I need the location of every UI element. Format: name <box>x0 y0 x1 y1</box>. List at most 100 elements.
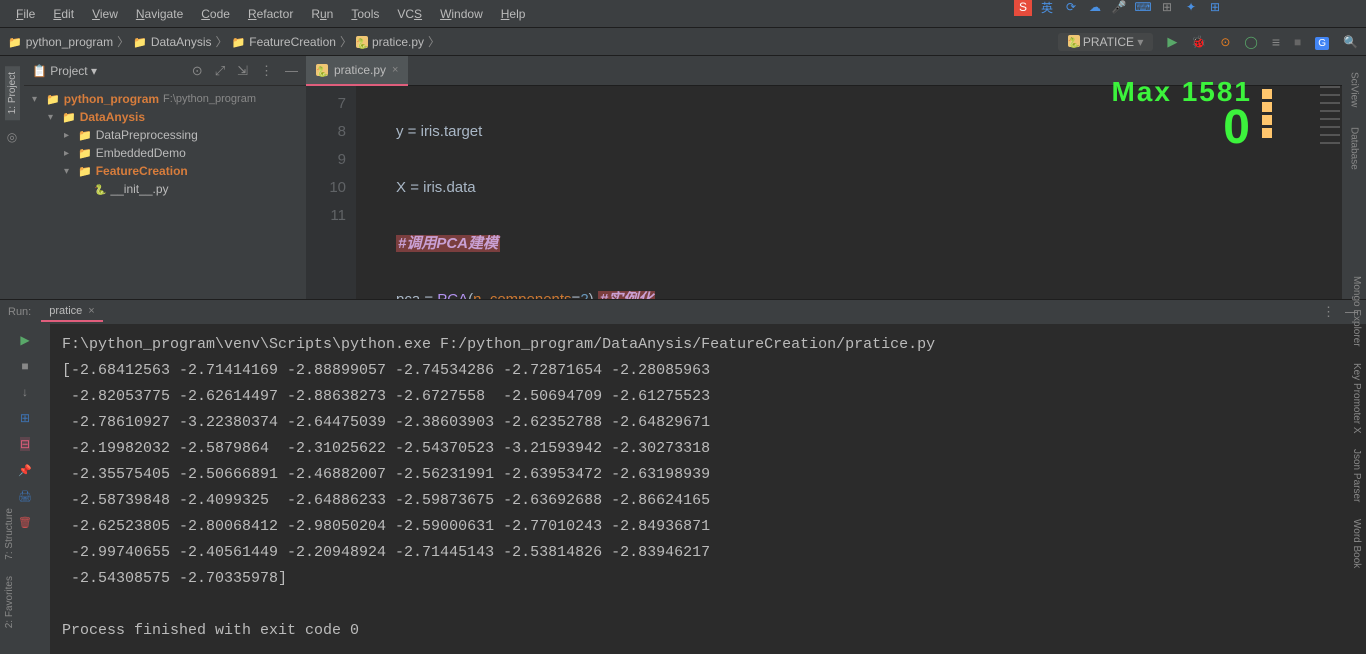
chevron-icon: 〉 <box>117 33 129 50</box>
menu-navigate[interactable]: Navigate <box>128 3 191 25</box>
menu-help[interactable]: Help <box>493 3 534 25</box>
menu-refactor[interactable]: Refactor <box>240 3 301 25</box>
breadcrumb-dataanysis[interactable]: DataAnysis <box>133 35 211 49</box>
console-output[interactable]: F:\python_program\venv\Scripts\python.ex… <box>50 324 1366 654</box>
expand-icon[interactable]: ⇲ <box>237 63 248 79</box>
run-config-name: PRATICE <box>1083 35 1134 49</box>
tree-datapreprocessing[interactable]: ▸ DataPreprocessing <box>24 126 306 144</box>
sidebar-tab-sciview[interactable]: SciView <box>1347 66 1362 113</box>
sidebar-tab-keypromoter[interactable]: Key Promoter X <box>1327 357 1364 440</box>
chevron-icon: 〉 <box>216 33 228 50</box>
menu-tools[interactable]: Tools <box>343 3 387 25</box>
target-icon[interactable]: ⊙ <box>192 63 203 79</box>
left-tool-strip: 1: Project ◎ <box>0 56 24 299</box>
minimap[interactable] <box>1262 86 1342 206</box>
breadcrumb-bar: python_program 〉 DataAnysis 〉 FeatureCre… <box>0 28 1366 56</box>
chevron-right-icon[interactable]: ▸ <box>64 130 74 141</box>
tray-icon: ☁ <box>1086 0 1104 16</box>
debug-button[interactable] <box>1191 35 1206 49</box>
stop-button[interactable] <box>17 358 33 374</box>
folder-icon <box>78 146 92 160</box>
folder-icon <box>8 35 22 49</box>
chevron-down-icon: ▾ <box>1137 35 1143 49</box>
tray-icon: ⊞ <box>1158 0 1176 16</box>
run-tab[interactable]: pratice× <box>41 302 102 322</box>
chevron-down-icon[interactable]: ▾ <box>64 166 74 177</box>
sidebar-tab-jsonparser[interactable]: Json Parser <box>1327 443 1364 508</box>
editor-panel: pratice.py × 7 8 9 10 11 y = iris.target… <box>306 56 1342 299</box>
menu-view[interactable]: View <box>84 3 126 25</box>
vcs-button[interactable] <box>1315 35 1329 49</box>
coverage-button[interactable] <box>1220 35 1230 49</box>
folder-icon <box>133 35 147 49</box>
left-bottom-strip: 7: Structure 2: Favorites <box>2 502 28 634</box>
tray-icon: ✦ <box>1182 0 1200 16</box>
tree-label: EmbeddedDemo <box>96 146 186 160</box>
run-header: Run: pratice× ⋮ — <box>0 300 1366 324</box>
tab-label: pratice.py <box>334 63 386 77</box>
menu-file[interactable]: FFileile <box>8 3 43 25</box>
sidebar-tab-mongo[interactable]: Mongo Explorer <box>1327 270 1364 353</box>
tree-root[interactable]: ▾ python_program F:\python_program <box>24 90 306 108</box>
tree-init-py[interactable]: __init__.py <box>24 180 306 198</box>
tree-embeddeddemo[interactable]: ▸ EmbeddedDemo <box>24 144 306 162</box>
profile-button[interactable] <box>1244 35 1257 49</box>
folder-icon <box>62 110 76 124</box>
breadcrumb-project[interactable]: python_program <box>8 35 113 49</box>
menu-run[interactable]: Run <box>303 3 341 25</box>
tray-icon: ⌨ <box>1134 0 1152 16</box>
right-bottom-strip: Mongo Explorer Key Promoter X Json Parse… <box>1327 270 1364 574</box>
tree-featurecreation[interactable]: ▾ FeatureCreation <box>24 162 306 180</box>
project-tool-window: 📋 Project ▾ ⊙ ⤢ ⇲ ⋮ — ▾ python_program F… <box>24 56 306 299</box>
collapse-icon[interactable]: ⤢ <box>215 63 225 79</box>
tray-icon: S <box>1014 0 1032 16</box>
python-icon <box>356 36 368 48</box>
tray-icon: ⊞ <box>1206 0 1224 16</box>
sidebar-tab-database[interactable]: Database <box>1347 121 1362 176</box>
run-button[interactable] <box>1167 34 1177 50</box>
menu-edit[interactable]: Edit <box>45 3 82 25</box>
editor-tab-pratice[interactable]: pratice.py × <box>306 56 408 86</box>
sidebar-tab-wordbook[interactable]: Word Book <box>1327 513 1364 574</box>
python-icon <box>316 64 328 76</box>
sidebar-tab-favorites[interactable]: 2: Favorites <box>2 570 28 634</box>
rerun-button[interactable] <box>17 332 33 348</box>
run-tool-window: Run: pratice× ⋮ — F:\python_program\venv… <box>0 299 1366 654</box>
menu-window[interactable]: Window <box>432 3 491 25</box>
tree-dataanysis[interactable]: ▾ DataAnysis <box>24 108 306 126</box>
target-icon[interactable]: ◎ <box>7 130 17 144</box>
right-tool-strip: SciView Database <box>1342 56 1366 299</box>
settings-icon[interactable]: ⋮ <box>260 63 273 79</box>
hide-icon[interactable]: — <box>285 63 298 79</box>
menu-vcs[interactable]: VCS <box>389 3 430 25</box>
layout-button[interactable] <box>17 410 33 426</box>
chevron-down-icon[interactable]: ▾ <box>48 112 58 123</box>
tree-label: DataPreprocessing <box>96 128 198 142</box>
attach-button[interactable] <box>1272 34 1280 50</box>
chevron-icon: 〉 <box>340 33 352 50</box>
tree-label: __init__.py <box>110 182 168 196</box>
stop-button[interactable] <box>1294 35 1301 49</box>
sidebar-tab-structure[interactable]: 7: Structure <box>2 502 28 566</box>
close-button[interactable] <box>17 436 33 452</box>
run-config-selector[interactable]: PRATICE ▾ <box>1058 33 1154 51</box>
chevron-down-icon[interactable]: ▾ <box>32 94 42 105</box>
python-icon <box>1068 35 1080 47</box>
folder-icon <box>78 128 92 142</box>
os-tray: S 英 ⟳ ☁ 🎤 ⌨ ⊞ ✦ ⊞ <box>1012 0 1226 18</box>
chevron-right-icon[interactable]: ▸ <box>64 148 74 159</box>
scroll-down-button[interactable] <box>17 384 33 400</box>
sidebar-tab-project[interactable]: 1: Project <box>5 66 20 120</box>
breadcrumb-file[interactable]: pratice.py <box>356 35 424 49</box>
tree-path: F:\python_program <box>163 93 256 105</box>
python-icon <box>94 182 106 196</box>
tree-label: FeatureCreation <box>96 164 188 178</box>
menu-code[interactable]: Code <box>193 3 238 25</box>
close-icon[interactable]: × <box>392 64 398 76</box>
breadcrumb-featurecreation[interactable]: FeatureCreation <box>232 35 336 49</box>
search-everywhere-button[interactable] <box>1343 35 1358 49</box>
project-view-dropdown[interactable]: 📋 Project ▾ <box>32 64 97 78</box>
project-tree[interactable]: ▾ python_program F:\python_program ▾ Dat… <box>24 86 306 299</box>
pin-button[interactable] <box>17 462 33 478</box>
close-icon[interactable]: × <box>88 305 94 317</box>
